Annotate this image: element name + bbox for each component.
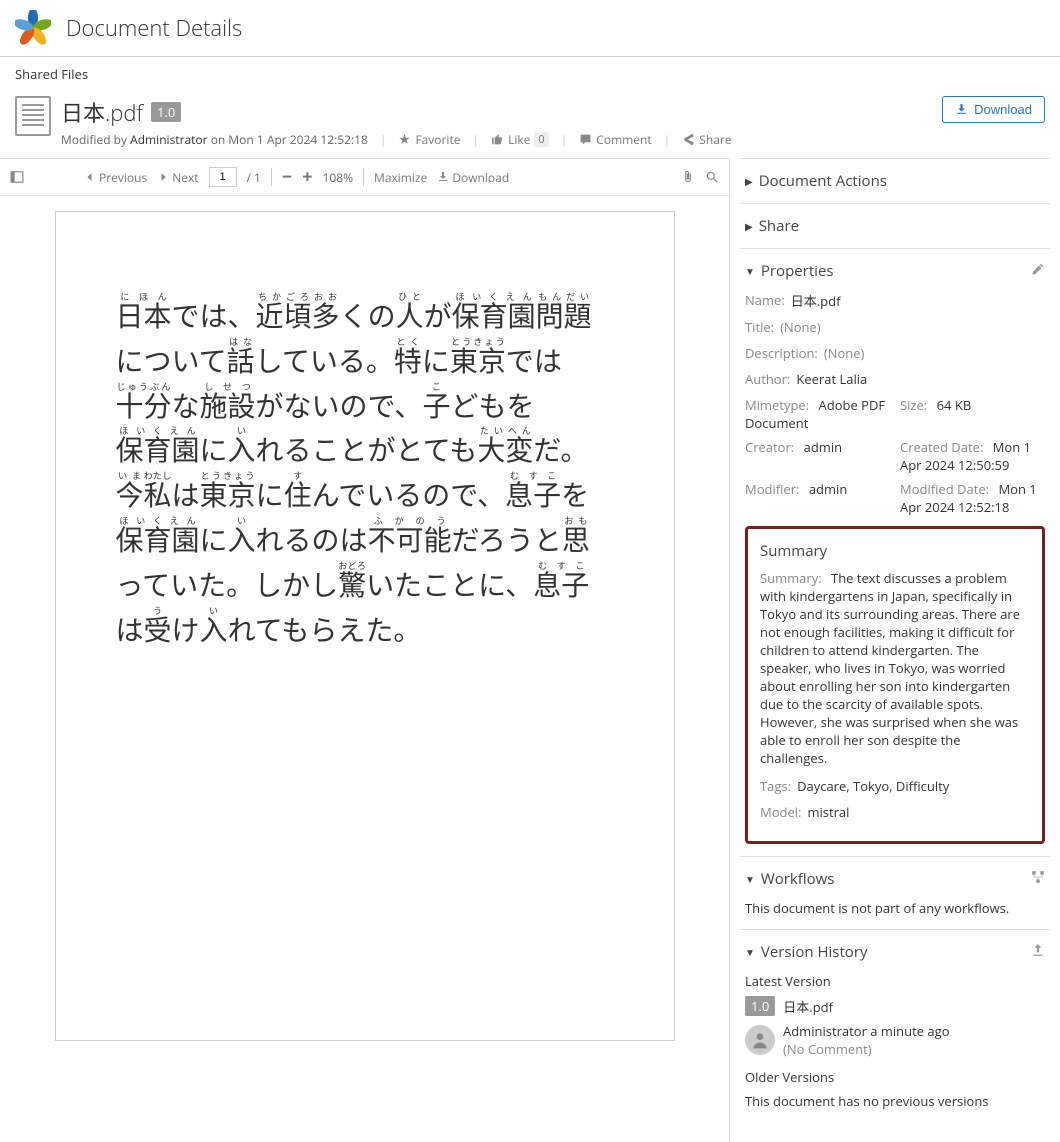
download-button[interactable]: Download bbox=[942, 96, 1045, 123]
prop-created-date-label: Created Date: bbox=[900, 438, 983, 456]
pencil-icon bbox=[1031, 262, 1045, 276]
summary-heading: Summary bbox=[760, 541, 1030, 561]
edit-properties-button[interactable] bbox=[1031, 262, 1045, 281]
panel-workflows[interactable]: ▼ Workflows bbox=[745, 869, 1045, 889]
tags-value: Daycare, Tokyo, Difficulty bbox=[797, 777, 949, 795]
panel-document-actions[interactable]: ▶ Document Actions bbox=[745, 171, 1045, 191]
prop-modifier-label: Modifier: bbox=[745, 480, 799, 498]
panel-properties[interactable]: ▼ Properties bbox=[745, 261, 1045, 281]
older-versions-label: Older Versions bbox=[745, 1068, 1045, 1086]
previous-page-button[interactable]: Previous bbox=[84, 169, 147, 186]
thumbs-up-icon bbox=[491, 133, 504, 146]
like-button[interactable]: Like 0 bbox=[491, 131, 549, 148]
maximize-button[interactable]: Maximize bbox=[374, 169, 427, 186]
panel-share[interactable]: ▶ Share bbox=[745, 216, 1045, 236]
user-icon bbox=[750, 1030, 770, 1050]
panel-version-history[interactable]: ▼ Version History bbox=[745, 942, 1045, 962]
prop-author: Keerat Lalia bbox=[796, 370, 867, 388]
arrow-left-icon bbox=[84, 171, 96, 183]
sidebar-toggle-button[interactable] bbox=[10, 170, 24, 184]
caret-down-icon: ▼ bbox=[745, 264, 755, 278]
modified-by-link[interactable]: Administrator bbox=[130, 131, 207, 148]
caret-right-icon: ▶ bbox=[745, 174, 753, 188]
model-value: mistral bbox=[807, 803, 849, 821]
pdf-page: 日本にほんでは、近頃ちかごろ多おおくの人ひとが保育園ほいくえん問題もんだいについ… bbox=[55, 211, 675, 1041]
pdf-text-content: 日本にほんでは、近頃ちかごろ多おおくの人ひとが保育園ほいくえん問題もんだいについ… bbox=[116, 292, 614, 654]
prop-mimetype-label: Mimetype: bbox=[745, 396, 809, 414]
download-icon bbox=[955, 103, 968, 116]
comment-button[interactable]: Comment bbox=[579, 131, 651, 148]
app-logo-icon bbox=[15, 10, 51, 46]
page-total: / 1 bbox=[247, 169, 261, 186]
app-header: Document Details bbox=[0, 0, 1060, 57]
download-icon bbox=[437, 171, 449, 183]
upload-version-button[interactable] bbox=[1031, 943, 1045, 962]
prop-name: 日本.pdf bbox=[791, 291, 841, 310]
share-icon bbox=[682, 133, 695, 146]
latest-version-name[interactable]: 日本.pdf bbox=[783, 997, 833, 1016]
summary-text: The text discusses a problem with kinder… bbox=[760, 569, 1020, 767]
older-versions-empty: This document has no previous versions bbox=[745, 1092, 1045, 1110]
document-icon bbox=[15, 96, 51, 136]
side-panel: ▶ Document Actions ▶ Share ▼ Properties … bbox=[730, 158, 1060, 1142]
page-input[interactable] bbox=[209, 167, 237, 187]
next-page-button[interactable]: Next bbox=[157, 169, 198, 186]
prop-description-label: Description: bbox=[745, 344, 818, 362]
arrow-right-icon bbox=[157, 171, 169, 183]
document-header: 日本.pdf 1.0 Modified by Administrator on … bbox=[0, 91, 1060, 158]
sidebar-icon bbox=[10, 170, 24, 184]
breadcrumb[interactable]: Shared Files bbox=[0, 57, 1060, 91]
summary-box: Summary Summary: The text discusses a pr… bbox=[745, 526, 1045, 844]
zoom-in-button[interactable]: + bbox=[302, 165, 312, 189]
star-icon bbox=[398, 133, 411, 146]
latest-version-info: Administrator a minute ago bbox=[783, 1022, 950, 1040]
modified-info: Modified by Administrator on Mon 1 Apr 2… bbox=[61, 131, 368, 148]
prop-creator-label: Creator: bbox=[745, 438, 794, 456]
latest-version-label: Latest Version bbox=[745, 972, 1045, 990]
prop-title: (None) bbox=[780, 318, 821, 336]
zoom-out-button[interactable]: − bbox=[282, 165, 292, 189]
prop-creator: admin bbox=[804, 438, 842, 456]
zoom-level: 108% bbox=[323, 169, 354, 186]
viewer-column: Previous Next / 1 − + 108% Maximize Down… bbox=[0, 158, 730, 1142]
search-icon bbox=[705, 170, 719, 184]
version-badge: 1.0 bbox=[151, 102, 181, 122]
model-label: Model: bbox=[760, 803, 801, 821]
avatar-icon bbox=[745, 1025, 775, 1055]
prop-modified-date-label: Modified Date: bbox=[900, 480, 989, 498]
summary-label: Summary: bbox=[760, 569, 822, 587]
prop-size-label: Size: bbox=[900, 396, 927, 414]
viewer-download-button[interactable]: Download bbox=[437, 169, 509, 186]
favorite-button[interactable]: Favorite bbox=[398, 131, 460, 148]
viewer-toolbar: Previous Next / 1 − + 108% Maximize Down… bbox=[0, 159, 729, 196]
prop-title-label: Title: bbox=[745, 318, 774, 336]
latest-version-badge: 1.0 bbox=[745, 996, 775, 1016]
page-title: Document Details bbox=[66, 13, 242, 43]
workflows-empty: This document is not part of any workflo… bbox=[745, 899, 1045, 917]
comment-icon bbox=[579, 133, 592, 146]
like-count: 0 bbox=[534, 132, 548, 147]
tags-label: Tags: bbox=[760, 777, 791, 795]
paperclip-icon bbox=[681, 170, 695, 184]
prop-description: (None) bbox=[824, 344, 865, 362]
workflow-icon bbox=[1031, 870, 1045, 884]
caret-right-icon: ▶ bbox=[745, 219, 753, 233]
workflows-action-button[interactable] bbox=[1031, 870, 1045, 889]
prop-name-label: Name: bbox=[745, 291, 785, 310]
document-title: 日本.pdf bbox=[61, 96, 143, 128]
attachment-button[interactable] bbox=[681, 170, 695, 184]
prop-size: 64 KB bbox=[937, 396, 972, 414]
prop-author-label: Author: bbox=[745, 370, 790, 388]
caret-down-icon: ▼ bbox=[745, 872, 755, 886]
upload-icon bbox=[1031, 943, 1045, 957]
share-button[interactable]: Share bbox=[682, 131, 731, 148]
prop-modifier: admin bbox=[809, 480, 847, 498]
search-in-doc-button[interactable] bbox=[705, 170, 719, 184]
latest-version-comment: (No Comment) bbox=[783, 1040, 950, 1058]
caret-down-icon: ▼ bbox=[745, 945, 755, 959]
